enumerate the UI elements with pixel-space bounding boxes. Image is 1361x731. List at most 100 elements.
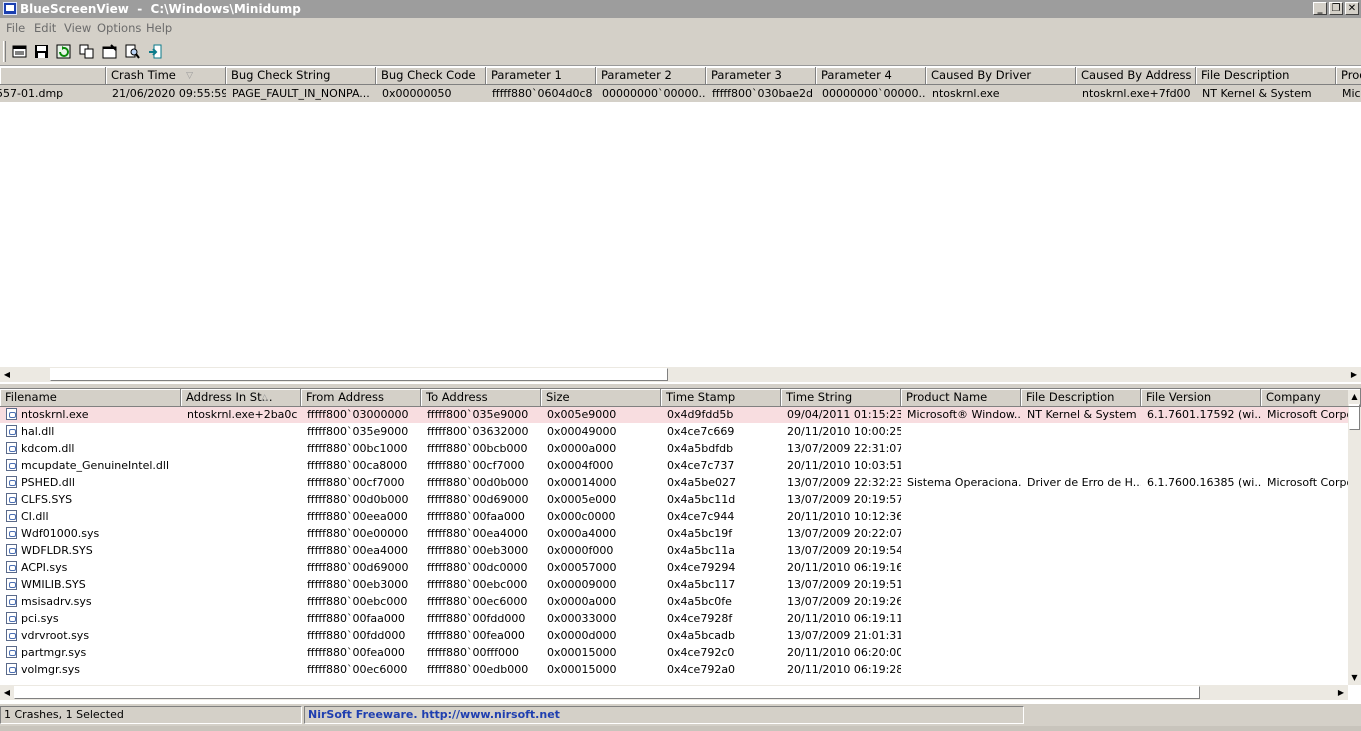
table-row[interactable]: partmgr.sys fffff880`00fea000 fffff880`00f…	[0, 644, 1348, 661]
copy-button[interactable]	[76, 41, 97, 62]
cell-file-description	[1021, 508, 1141, 525]
html-report-button[interactable]	[9, 41, 30, 62]
column-header-parameter-4[interactable]: Parameter 4	[816, 67, 926, 85]
cell-text: fffff880`00fdd000	[427, 612, 526, 625]
table-row[interactable]: hal.dll fffff800`035e9000 fffff800`0363200…	[0, 423, 1348, 440]
cell-to-address: fffff880`00fea000	[421, 627, 541, 644]
menu-view[interactable]: View	[64, 21, 91, 35]
table-row[interactable]: WMILIB.SYS fffff880`00eb3000 fffff880`00eb…	[0, 576, 1348, 593]
cell-filename: PSHED.dll	[0, 474, 181, 491]
menu-edit[interactable]: Edit	[34, 21, 56, 35]
column-header-time-stamp[interactable]: Time Stamp	[661, 389, 781, 407]
table-row[interactable]: pci.sys fffff880`00faa000 fffff880`00fdd00…	[0, 610, 1348, 627]
crash-list-hscrollbar[interactable]: ◀ ▶	[0, 367, 1361, 382]
table-row[interactable]: 557-01.dmp 21/06/2020 09:55:59 PAGE_FAULT_…	[0, 85, 1361, 102]
minimize-button[interactable]: _	[1313, 2, 1327, 15]
menu-file[interactable]: File	[6, 21, 25, 35]
column-header-to-address[interactable]: To Address	[421, 389, 541, 407]
column-header-caused-by-address[interactable]: Caused By Address	[1076, 67, 1196, 85]
table-row[interactable]: volmgr.sys fffff880`00ec6000 fffff880`00ed…	[0, 661, 1348, 678]
cell-company	[1261, 457, 1348, 474]
table-row[interactable]: Wdf01000.sys fffff880`00e00000 fffff880`00…	[0, 525, 1348, 542]
table-row[interactable]: CLFS.SYS fffff880`00d0b000 fffff880`00d690…	[0, 491, 1348, 508]
column-header-parameter-1[interactable]: Parameter 1	[486, 67, 596, 85]
cell-from-address: fffff880`00fea000	[301, 644, 421, 661]
toolbar	[0, 37, 1361, 66]
column-header-bug-check-code[interactable]: Bug Check Code	[376, 67, 486, 85]
column-header-label: Parameter 3	[711, 68, 782, 82]
scroll-left-icon[interactable]: ◀	[0, 685, 14, 700]
table-row[interactable]: msisadrv.sys fffff880`00ebc000 fffff880`00…	[0, 593, 1348, 610]
cell-from-address: fffff800`03000000	[301, 406, 421, 423]
column-header-bug-check-string[interactable]: Bug Check String	[226, 67, 376, 85]
column-header-label: File Version	[1146, 390, 1212, 404]
column-header-from-address[interactable]: From Address	[301, 389, 421, 407]
sort-arrow-icon[interactable]: △	[261, 390, 268, 406]
cell-time-stamp: 0x4a5bc11a	[661, 542, 781, 559]
properties-button[interactable]	[99, 41, 120, 62]
table-row[interactable]: CI.dll fffff880`00eea000 fffff880`00faa000…	[0, 508, 1348, 525]
driver-list-vscrollbar[interactable]: ▲ ▼	[1348, 389, 1361, 685]
column-header-company[interactable]: Company	[1261, 389, 1361, 407]
menu-options[interactable]: Options	[97, 21, 141, 35]
refresh-button[interactable]	[53, 41, 74, 62]
column-header-time-string[interactable]: Time String	[781, 389, 901, 407]
cell-file-description	[1021, 423, 1141, 440]
table-row[interactable]: WDFLDR.SYS fffff880`00ea4000 fffff880`00eb…	[0, 542, 1348, 559]
cell-company	[1261, 627, 1348, 644]
column-header-caused-by-driver[interactable]: Caused By Driver	[926, 67, 1076, 85]
cell-parameter-4: 00000000`00000...	[816, 85, 926, 102]
cell-time-stamp: 0x4ce792a0	[661, 661, 781, 678]
column-header-file-version[interactable]: File Version	[1141, 389, 1261, 407]
cell-time-string: 20/11/2010 10:00:25	[781, 423, 901, 440]
cell-text: 13/07/2009 22:32:23	[787, 476, 901, 489]
driver-file-icon	[6, 527, 17, 539]
table-row[interactable]: kdcom.dll fffff880`00bc1000 fffff880`00bcb…	[0, 440, 1348, 457]
cell-text: hal.dll	[21, 425, 55, 438]
column-header-parameter-3[interactable]: Parameter 3	[706, 67, 816, 85]
column-header-file-description[interactable]: File Description	[1196, 67, 1336, 85]
driver-list-hscroll-thumb[interactable]	[14, 686, 1200, 699]
driver-list-hscrollbar[interactable]: ◀ ▶	[0, 685, 1348, 700]
column-header-filename[interactable]: Filename	[0, 389, 181, 407]
column-header-label: File Description	[1201, 68, 1290, 82]
column-header-label: Product Name	[906, 390, 988, 404]
cell-to-address: fffff880`00fdd000	[421, 610, 541, 627]
column-header-col[interactable]	[0, 67, 106, 85]
crash-list-hscroll-thumb[interactable]	[50, 368, 668, 381]
table-row[interactable]: PSHED.dll fffff880`00cf7000 fffff880`00d0b…	[0, 474, 1348, 491]
cell-file-version	[1141, 508, 1261, 525]
close-button[interactable]: ✕	[1345, 2, 1359, 15]
cell-text: fffff880`00d69000	[307, 561, 409, 574]
cell-file-version	[1141, 644, 1261, 661]
cell-product-name	[901, 423, 1021, 440]
sort-arrow-icon[interactable]: ▽	[186, 68, 193, 84]
column-header-product-name[interactable]: Product Name	[901, 389, 1021, 407]
cell-product-name: Microsoft® Window...	[901, 406, 1021, 423]
column-header-crash-time[interactable]: Crash Time ▽	[106, 67, 226, 85]
scroll-down-icon[interactable]: ▼	[1348, 670, 1361, 685]
column-header-size[interactable]: Size	[541, 389, 661, 407]
scroll-right-icon[interactable]: ▶	[1347, 367, 1361, 382]
restore-button[interactable]: ❐	[1329, 2, 1343, 15]
table-row[interactable]: vdrvroot.sys fffff880`00fdd000 fffff880`00…	[0, 627, 1348, 644]
table-row[interactable]: ntoskrnl.exe ntoskrnl.exe+2ba0c fffff800`0…	[0, 406, 1348, 423]
scroll-right-icon[interactable]: ▶	[1334, 685, 1348, 700]
save-button[interactable]	[31, 41, 52, 62]
column-header-address-in-st[interactable]: Address In St... △	[181, 389, 301, 407]
cell-text: 0x4ce7c944	[667, 510, 735, 523]
exit-button[interactable]	[145, 41, 166, 62]
column-header-produ[interactable]: Produ	[1336, 67, 1361, 85]
column-header-file-description[interactable]: File Description	[1021, 389, 1141, 407]
column-header-parameter-2[interactable]: Parameter 2	[596, 67, 706, 85]
status-nirsoft-link[interactable]: NirSoft Freeware. http://www.nirsoft.net	[304, 706, 1024, 724]
table-row[interactable]: mcupdate_GenuineIntel.dll fffff880`00ca80…	[0, 457, 1348, 474]
scroll-left-icon[interactable]: ◀	[0, 367, 14, 382]
cell-bug-check-string: PAGE_FAULT_IN_NONPA...	[226, 85, 376, 102]
cell-text: 20/11/2010 06:20:00	[787, 646, 901, 659]
menu-help[interactable]: Help	[146, 21, 172, 35]
find-button[interactable]	[122, 41, 143, 62]
table-row[interactable]: ACPI.sys fffff880`00d69000 fffff880`00dc00…	[0, 559, 1348, 576]
driver-list-vscroll-thumb[interactable]	[1349, 404, 1360, 430]
cell-time-stamp: 0x4ce7c669	[661, 423, 781, 440]
